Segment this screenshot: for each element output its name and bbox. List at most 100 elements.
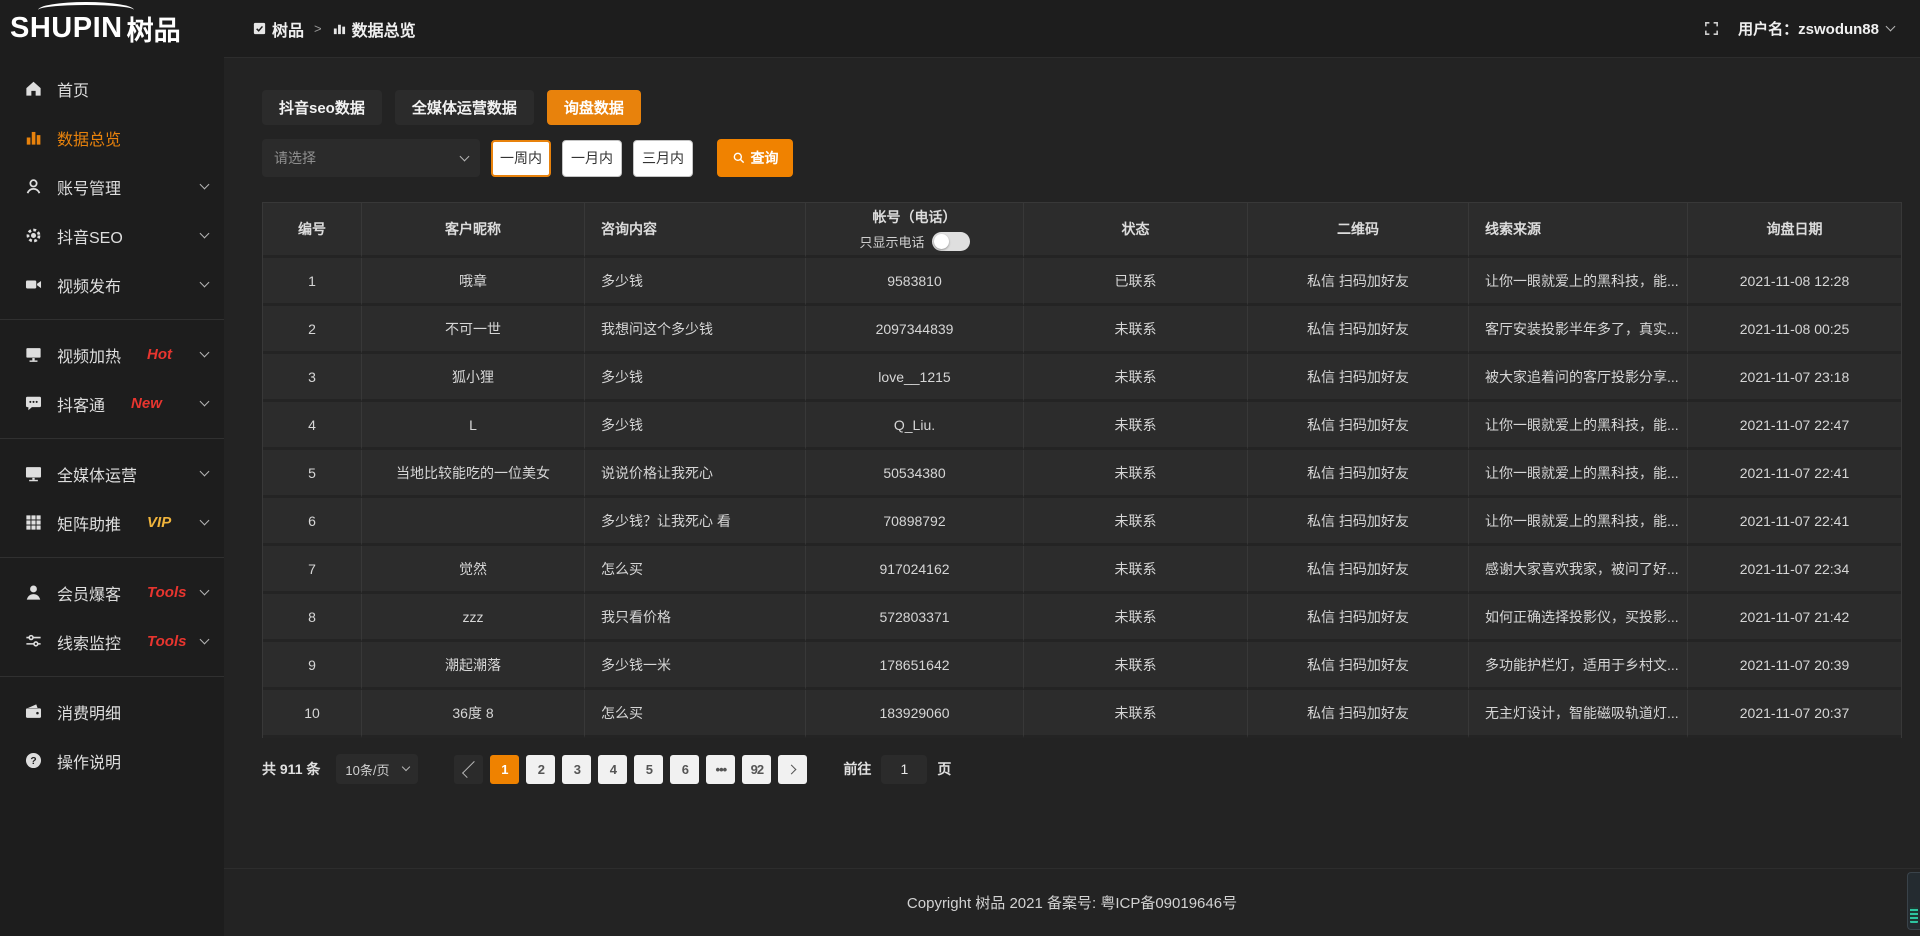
- qrcode-action-link[interactable]: 私信 扫码加好友: [1248, 306, 1469, 354]
- user-menu[interactable]: 用户名：zswodun88: [1738, 18, 1894, 39]
- lead-source-link[interactable]: 让你一眼就爱上的黑科技，能...: [1469, 258, 1688, 306]
- goto-page-input[interactable]: [881, 755, 927, 784]
- sidebar-item-video-heat[interactable]: 视频加热Hot: [0, 330, 224, 379]
- qrcode-action-link[interactable]: 私信 扫码加好友: [1248, 402, 1469, 450]
- cell-account: 2097344839: [806, 306, 1024, 354]
- page-size-select[interactable]: 10条/页: [336, 754, 418, 784]
- cell-id: 5: [263, 450, 362, 498]
- qrcode-action-link[interactable]: 私信 扫码加好友: [1248, 258, 1469, 306]
- search-button[interactable]: 查询: [717, 139, 793, 177]
- period-button-month[interactable]: 一月内: [562, 140, 622, 177]
- cell-content: 怎么买: [585, 690, 806, 738]
- sidebar-item-data-overview[interactable]: 数据总览: [0, 113, 224, 162]
- col-header-nickname: 客户昵称: [362, 203, 585, 258]
- phone-only-toggle[interactable]: [932, 232, 970, 251]
- qrcode-action-link[interactable]: 私信 扫码加好友: [1248, 546, 1469, 594]
- sidebar-divider: [0, 438, 224, 439]
- page-button-2[interactable]: 2: [526, 755, 555, 784]
- sidebar-item-account-manage[interactable]: 账号管理: [0, 162, 224, 211]
- page-button-3[interactable]: 3: [562, 755, 591, 784]
- qrcode-action-link[interactable]: 私信 扫码加好友: [1248, 642, 1469, 690]
- period-button-week[interactable]: 一周内: [491, 140, 551, 177]
- period-button-quarter[interactable]: 三月内: [633, 140, 693, 177]
- user-icon: [24, 177, 43, 196]
- lead-source-link[interactable]: 客厅安装投影半年多了，真实...: [1469, 306, 1688, 354]
- fullscreen-icon[interactable]: [1703, 20, 1720, 37]
- breadcrumb: 树品 > 数据总览: [252, 17, 416, 41]
- account-select[interactable]: 请选择: [262, 139, 480, 177]
- sidebar-item-operation-guide[interactable]: ?操作说明: [0, 736, 224, 785]
- qrcode-action-link[interactable]: 私信 扫码加好友: [1248, 498, 1469, 546]
- cell-status: 未联系: [1024, 546, 1248, 594]
- lead-source-link[interactable]: 如何正确选择投影仪，买投影...: [1469, 594, 1688, 642]
- goto-suffix-label: 页: [937, 759, 951, 779]
- video-icon: [24, 275, 43, 294]
- cell-content: 多少钱一米: [585, 642, 806, 690]
- tab-douyin-seo-data[interactable]: 抖音seo数据: [262, 90, 382, 125]
- logo-box: SHUPIN 树品: [0, 9, 224, 48]
- brand-logo[interactable]: SHUPIN 树品: [10, 9, 181, 48]
- lead-source-link[interactable]: 感谢大家喜欢我家，被问了好...: [1469, 546, 1688, 594]
- lead-source-link[interactable]: 被大家追着问的客厅投影分享...: [1469, 354, 1688, 402]
- inquiry-table: 编号客户昵称咨询内容帐号（电话）只显示电话状态二维码线索来源询盘日期 1哦章多少…: [262, 202, 1902, 738]
- sidebar-item-home[interactable]: 首页: [0, 64, 224, 113]
- sidebar-menu: 首页数据总览账号管理抖音SEO 视频发布视频加热Hot抖客通New 全媒体运营矩阵助…: [0, 64, 224, 785]
- sidebar-item-label: 线索监控: [57, 630, 121, 654]
- cell-date: 2021-11-07 22:47: [1688, 402, 1901, 450]
- page-button-1[interactable]: 1: [490, 755, 519, 784]
- page-button-6[interactable]: 6: [670, 755, 699, 784]
- cell-nickname: L: [362, 402, 585, 450]
- tab-inquiry-data[interactable]: 询盘数据: [547, 90, 641, 125]
- floating-widget[interactable]: [1907, 872, 1920, 930]
- sidebar-item-matrix-boost[interactable]: 矩阵助推VIP: [0, 498, 224, 547]
- col-header-account: 帐号（电话）只显示电话: [806, 203, 1024, 258]
- cell-content: 多少钱: [585, 402, 806, 450]
- page-button-4[interactable]: 4: [598, 755, 627, 784]
- cell-date: 2021-11-07 23:18: [1688, 354, 1901, 402]
- cell-content: 我想问这个多少钱: [585, 306, 806, 354]
- next-page-button[interactable]: [778, 755, 807, 784]
- sidebar-item-badge: New: [131, 395, 162, 412]
- table-body: 1哦章多少钱9583810已联系私信 扫码加好友让你一眼就爱上的黑科技，能...…: [263, 258, 1901, 738]
- breadcrumb-item-root[interactable]: 树品: [252, 17, 304, 41]
- username-label: 用户名：zswodun88: [1738, 18, 1879, 39]
- qrcode-action-link[interactable]: 私信 扫码加好友: [1248, 354, 1469, 402]
- chevron-down-icon: [200, 635, 210, 645]
- qrcode-action-link[interactable]: 私信 扫码加好友: [1248, 690, 1469, 738]
- sidebar-item-member-burst[interactable]: 会员爆客Tools: [0, 568, 224, 617]
- question-icon: ?: [24, 751, 43, 770]
- lead-source-link[interactable]: 让你一眼就爱上的黑科技，能...: [1469, 402, 1688, 450]
- lead-source-link[interactable]: 让你一眼就爱上的黑科技，能...: [1469, 498, 1688, 546]
- table-row: 9潮起潮落多少钱一米178651642未联系私信 扫码加好友多功能护栏灯，适用于…: [263, 642, 1901, 690]
- sidebar-item-consume-detail[interactable]: 消费明细: [0, 687, 224, 736]
- cell-nickname: 哦章: [362, 258, 585, 306]
- qrcode-action-link[interactable]: 私信 扫码加好友: [1248, 594, 1469, 642]
- cell-nickname: 当地比较能吃的一位美女: [362, 450, 585, 498]
- chevron-right-icon: [786, 764, 796, 774]
- page-button-92[interactable]: 92: [742, 755, 771, 784]
- qrcode-action-link[interactable]: 私信 扫码加好友: [1248, 450, 1469, 498]
- table-row: 8zzz我只看价格572803371未联系私信 扫码加好友如何正确选择投影仪，买…: [263, 594, 1901, 642]
- page-button-5[interactable]: 5: [634, 755, 663, 784]
- table-row: 1036度 8怎么买183929060未联系私信 扫码加好友无主灯设计，智能磁吸…: [263, 690, 1901, 738]
- grid-icon: [24, 513, 43, 532]
- sidebar-item-label: 数据总览: [57, 126, 121, 150]
- page-ellipsis-button[interactable]: •••: [706, 755, 735, 784]
- sidebar-item-media-ops[interactable]: 全媒体运营: [0, 449, 224, 498]
- sidebar-item-label: 消费明细: [57, 700, 121, 724]
- lead-source-link[interactable]: 让你一眼就爱上的黑科技，能...: [1469, 450, 1688, 498]
- sidebar-item-lead-monitor[interactable]: 线索监控Tools: [0, 617, 224, 666]
- tab-media-ops-data[interactable]: 全媒体运营数据: [395, 90, 534, 125]
- cell-id: 4: [263, 402, 362, 450]
- table-row: 2不可一世我想问这个多少钱2097344839未联系私信 扫码加好友客厅安装投影…: [263, 306, 1901, 354]
- cell-id: 10: [263, 690, 362, 738]
- sidebar-divider: [0, 319, 224, 320]
- prev-page-button[interactable]: [454, 755, 483, 784]
- sidebar-item-video-publish[interactable]: 视频发布: [0, 260, 224, 309]
- sidebar-item-douyin-seo[interactable]: 抖音SEO: [0, 211, 224, 260]
- sidebar-item-label: 抖音SEO: [57, 224, 123, 248]
- sidebar-item-douketong[interactable]: 抖客通New: [0, 379, 224, 428]
- lead-source-link[interactable]: 无主灯设计，智能磁吸轨道灯...: [1469, 690, 1688, 738]
- cell-status: 未联系: [1024, 306, 1248, 354]
- lead-source-link[interactable]: 多功能护栏灯，适用于乡村文...: [1469, 642, 1688, 690]
